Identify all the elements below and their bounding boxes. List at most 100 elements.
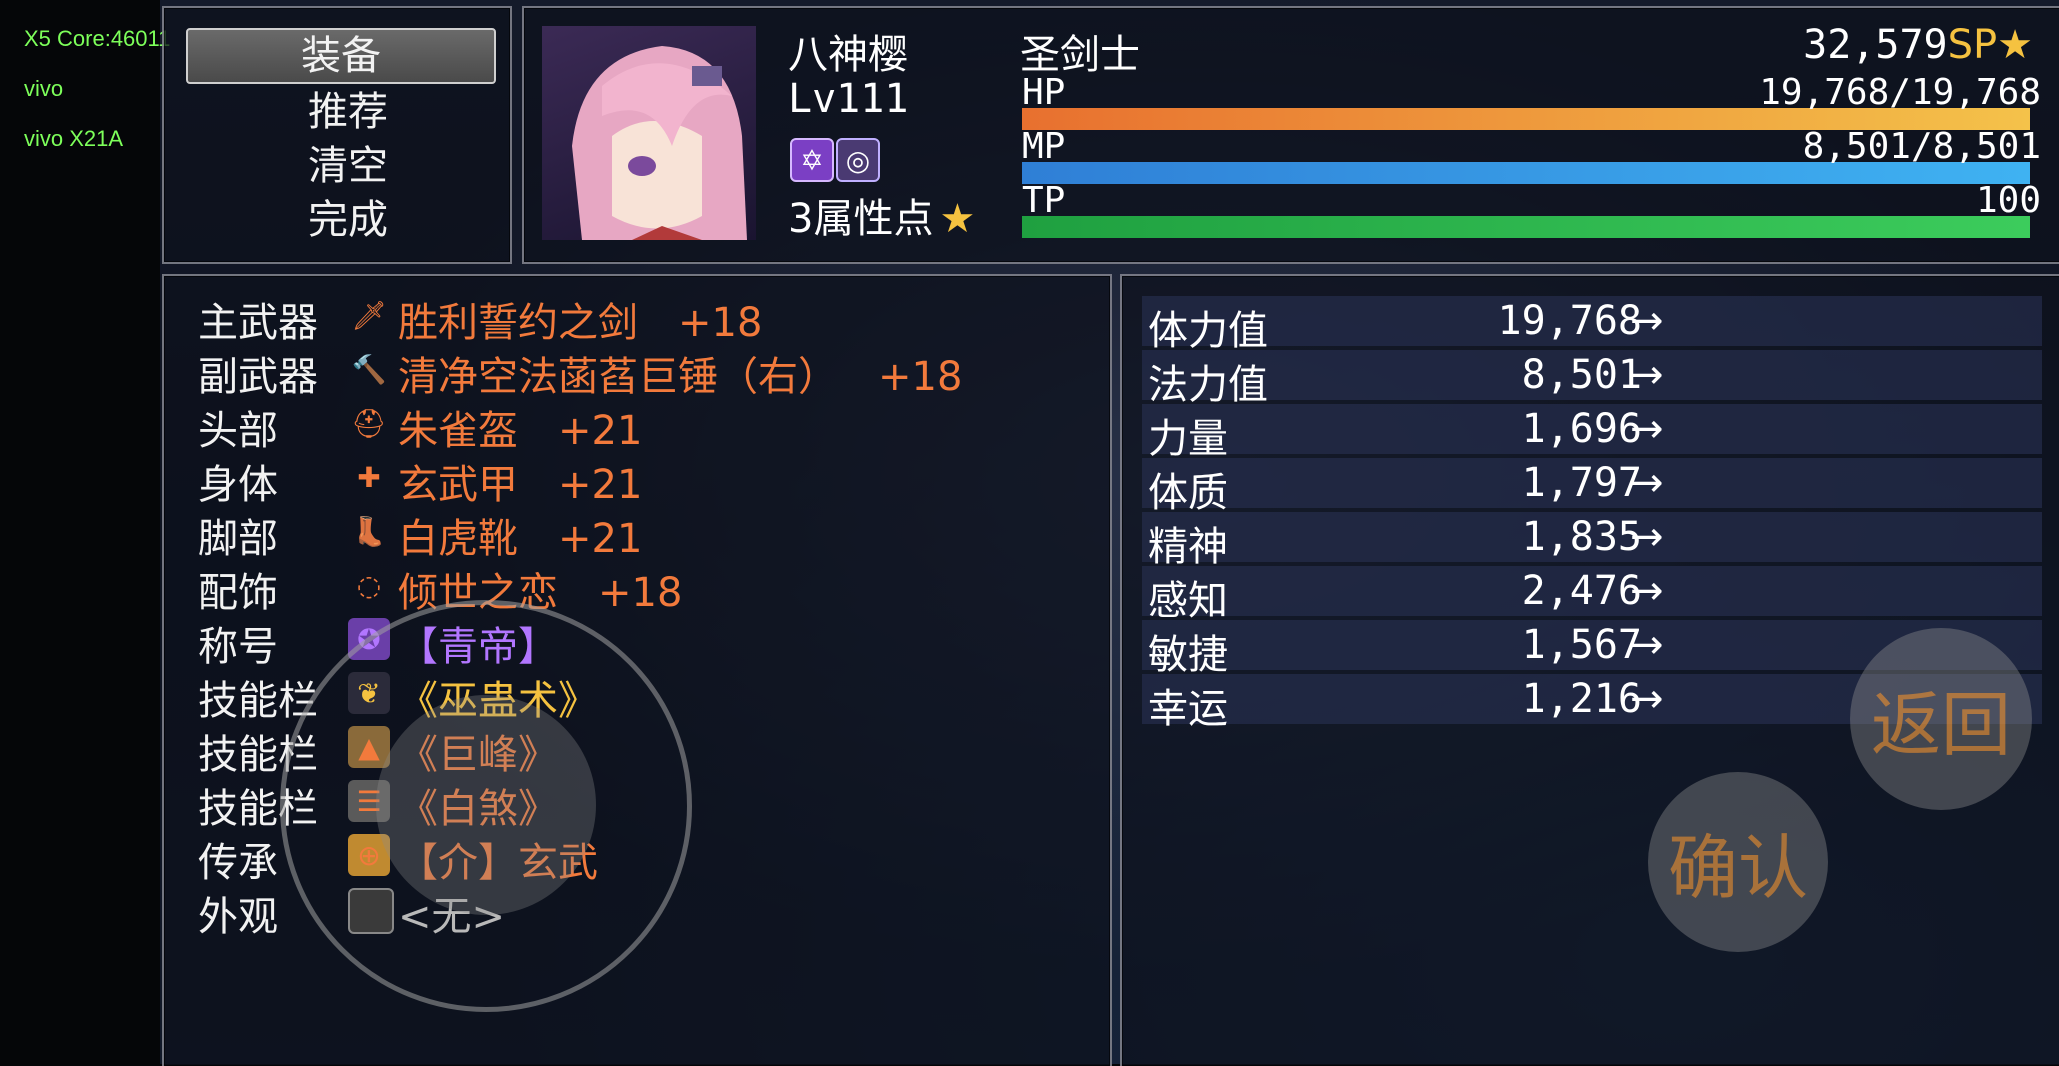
stat-value: 1,797 xyxy=(1521,460,1642,506)
sp-label: SP xyxy=(1947,22,1998,68)
equipment-item-name: 朱雀盔 xyxy=(398,408,518,454)
equipment-item: 白虎靴 +21 xyxy=(398,506,642,564)
equipment-item-name: 白虎靴 xyxy=(398,516,518,562)
stat-name: 体力值 xyxy=(1148,308,1268,354)
stat-name: 感知 xyxy=(1148,578,1228,624)
sword-icon: 🗡 xyxy=(351,298,387,332)
equipment-slot-row[interactable]: 身体 ✚ 玄武甲 +21 xyxy=(164,452,1104,509)
debug-core-text: X5 Core:46011 xyxy=(24,26,171,51)
tp-value: 100 xyxy=(1975,180,2041,221)
stat-row: 精神 1,835 → xyxy=(1142,512,2042,570)
equipment-slot-label: 副武器 xyxy=(198,354,318,400)
actor-level: Lv111 xyxy=(788,76,909,122)
debug-model-text: vivo X21A xyxy=(24,126,124,151)
command-window: 装备 推荐 清空 完成 xyxy=(162,6,512,264)
stat-row: 法力值 8,501 → xyxy=(1142,350,2042,408)
stat-name: 幸运 xyxy=(1148,686,1228,732)
attribute-points: 3属性点 ★ xyxy=(788,186,975,244)
stat-name: 敏捷 xyxy=(1148,632,1228,678)
stat-name: 体质 xyxy=(1148,470,1228,516)
equipment-item-bonus: +18 xyxy=(878,354,963,400)
state-icon-vortex: ◎ xyxy=(836,138,880,182)
stat-value: 1,567 xyxy=(1521,622,1642,668)
debug-vendor-text: vivo xyxy=(24,76,64,101)
stat-value: 1,216 xyxy=(1521,676,1642,722)
boots-icon: 👢 xyxy=(351,514,387,548)
stat-name: 力量 xyxy=(1148,416,1228,462)
stat-name: 精神 xyxy=(1148,524,1228,570)
equipment-slot-row[interactable]: 头部 ⛑ 朱雀盔 +21 xyxy=(164,398,1104,455)
stat-arrow-icon: → xyxy=(1630,406,1664,452)
equipment-item: 玄武甲 +21 xyxy=(398,452,642,510)
equipment-slot-row[interactable]: 副武器 🔨 清净空法菡萏巨锤（右） +18 xyxy=(164,344,1104,401)
stat-arrow-icon: → xyxy=(1630,298,1664,344)
equipment-item-bonus: +21 xyxy=(558,462,643,508)
armor-icon: ✚ xyxy=(357,460,381,494)
attribute-points-text: 3属性点 xyxy=(788,196,934,242)
equipment-item-bonus: +21 xyxy=(558,516,643,562)
hp-value: 19,768/19,768 xyxy=(1759,72,2041,113)
hp-label: HP xyxy=(1022,72,1066,113)
stat-value: 19,768 xyxy=(1497,298,1643,344)
double-star-icon: ★ xyxy=(1997,22,2033,68)
helmet-icon: ⛑ xyxy=(351,406,387,440)
stat-row: 体质 1,797 → xyxy=(1142,458,2042,516)
equipment-slot-label: 称号 xyxy=(198,624,278,670)
equipment-item-bonus: +18 xyxy=(598,570,683,616)
hammer-icon: 🔨 xyxy=(351,352,387,386)
equipment-item-name: 胜利誓约之剑 xyxy=(398,300,638,346)
tp-gauge xyxy=(1022,188,2030,238)
equipment-item-bonus: +21 xyxy=(558,408,643,454)
mp-label: MP xyxy=(1022,126,1066,167)
back-button[interactable]: 返回 xyxy=(1850,628,2032,810)
stat-arrow-icon: → xyxy=(1630,514,1664,560)
stat-value: 2,476 xyxy=(1521,568,1642,614)
stat-value: 1,696 xyxy=(1521,406,1642,452)
sp-value: 32,579 xyxy=(1803,22,1948,68)
virtual-joystick[interactable] xyxy=(280,600,692,1012)
status-window: 八神樱 Lv111 ✡ ◎ 3属性点 ★ 圣剑士 32,579SP★ HP 19,… xyxy=(522,6,2059,264)
equipment-slot-row[interactable]: 主武器 🗡 胜利誓约之剑 +18 xyxy=(164,290,1104,347)
equipment-slot-label: 脚部 xyxy=(198,516,278,562)
equipment-slot-label: 头部 xyxy=(198,408,278,454)
joystick-knob[interactable] xyxy=(376,695,596,915)
state-icon-hexagram: ✡ xyxy=(790,138,834,182)
command-done[interactable]: 完成 xyxy=(198,194,498,246)
actor-name: 八神樱 xyxy=(788,32,908,78)
stat-value: 8,501 xyxy=(1521,352,1642,398)
equipment-slot-row[interactable]: 称号 ✪ 【青帝】 xyxy=(164,614,1104,670)
star-icon: ★ xyxy=(939,196,976,242)
stat-arrow-icon: → xyxy=(1630,622,1664,668)
equipment-item-bonus: +18 xyxy=(678,300,763,346)
stat-arrow-icon: → xyxy=(1630,352,1664,398)
mp-value: 8,501/8,501 xyxy=(1802,126,2041,167)
command-recommend[interactable]: 推荐 xyxy=(198,86,498,138)
tp-gauge-fill xyxy=(1022,216,2030,238)
equipment-slot-row[interactable]: 脚部 👢 白虎靴 +21 xyxy=(164,506,1104,563)
equipment-slot-row[interactable]: 配饰 ◌ 倾世之恋 +18 xyxy=(164,560,1104,617)
equipment-slot-label: 主武器 xyxy=(198,300,318,346)
stat-row: 感知 2,476 → xyxy=(1142,566,2042,624)
stat-arrow-icon: → xyxy=(1630,676,1664,722)
equipment-slot-label: 传承 xyxy=(198,840,278,886)
stat-arrow-icon: → xyxy=(1630,460,1664,506)
character-portrait xyxy=(542,26,756,240)
equipment-item-name: 玄武甲 xyxy=(398,462,518,508)
equipment-item-name: 清净空法菡萏巨锤（右） xyxy=(398,354,838,400)
sp-display: 32,579SP★ xyxy=(1803,22,2033,68)
stat-row: 力量 1,696 → xyxy=(1142,404,2042,462)
equipment-item: 清净空法菡萏巨锤（右） +18 xyxy=(398,344,962,402)
equipment-slot-label: 外观 xyxy=(198,894,278,940)
equipment-item: 胜利誓约之剑 +18 xyxy=(398,290,762,348)
stat-row: 体力值 19,768 → xyxy=(1142,296,2042,354)
confirm-button[interactable]: 确认 xyxy=(1648,772,1828,952)
equipment-item: 朱雀盔 +21 xyxy=(398,398,642,456)
stat-arrow-icon: → xyxy=(1630,568,1664,614)
equipment-slot-label: 身体 xyxy=(198,462,278,508)
stat-name: 法力值 xyxy=(1148,362,1268,408)
equipment-slot-label: 配饰 xyxy=(198,570,278,616)
command-clear[interactable]: 清空 xyxy=(198,140,498,192)
command-equip[interactable]: 装备 xyxy=(186,28,496,84)
stat-value: 1,835 xyxy=(1521,514,1642,560)
necklace-icon: ◌ xyxy=(356,568,382,602)
